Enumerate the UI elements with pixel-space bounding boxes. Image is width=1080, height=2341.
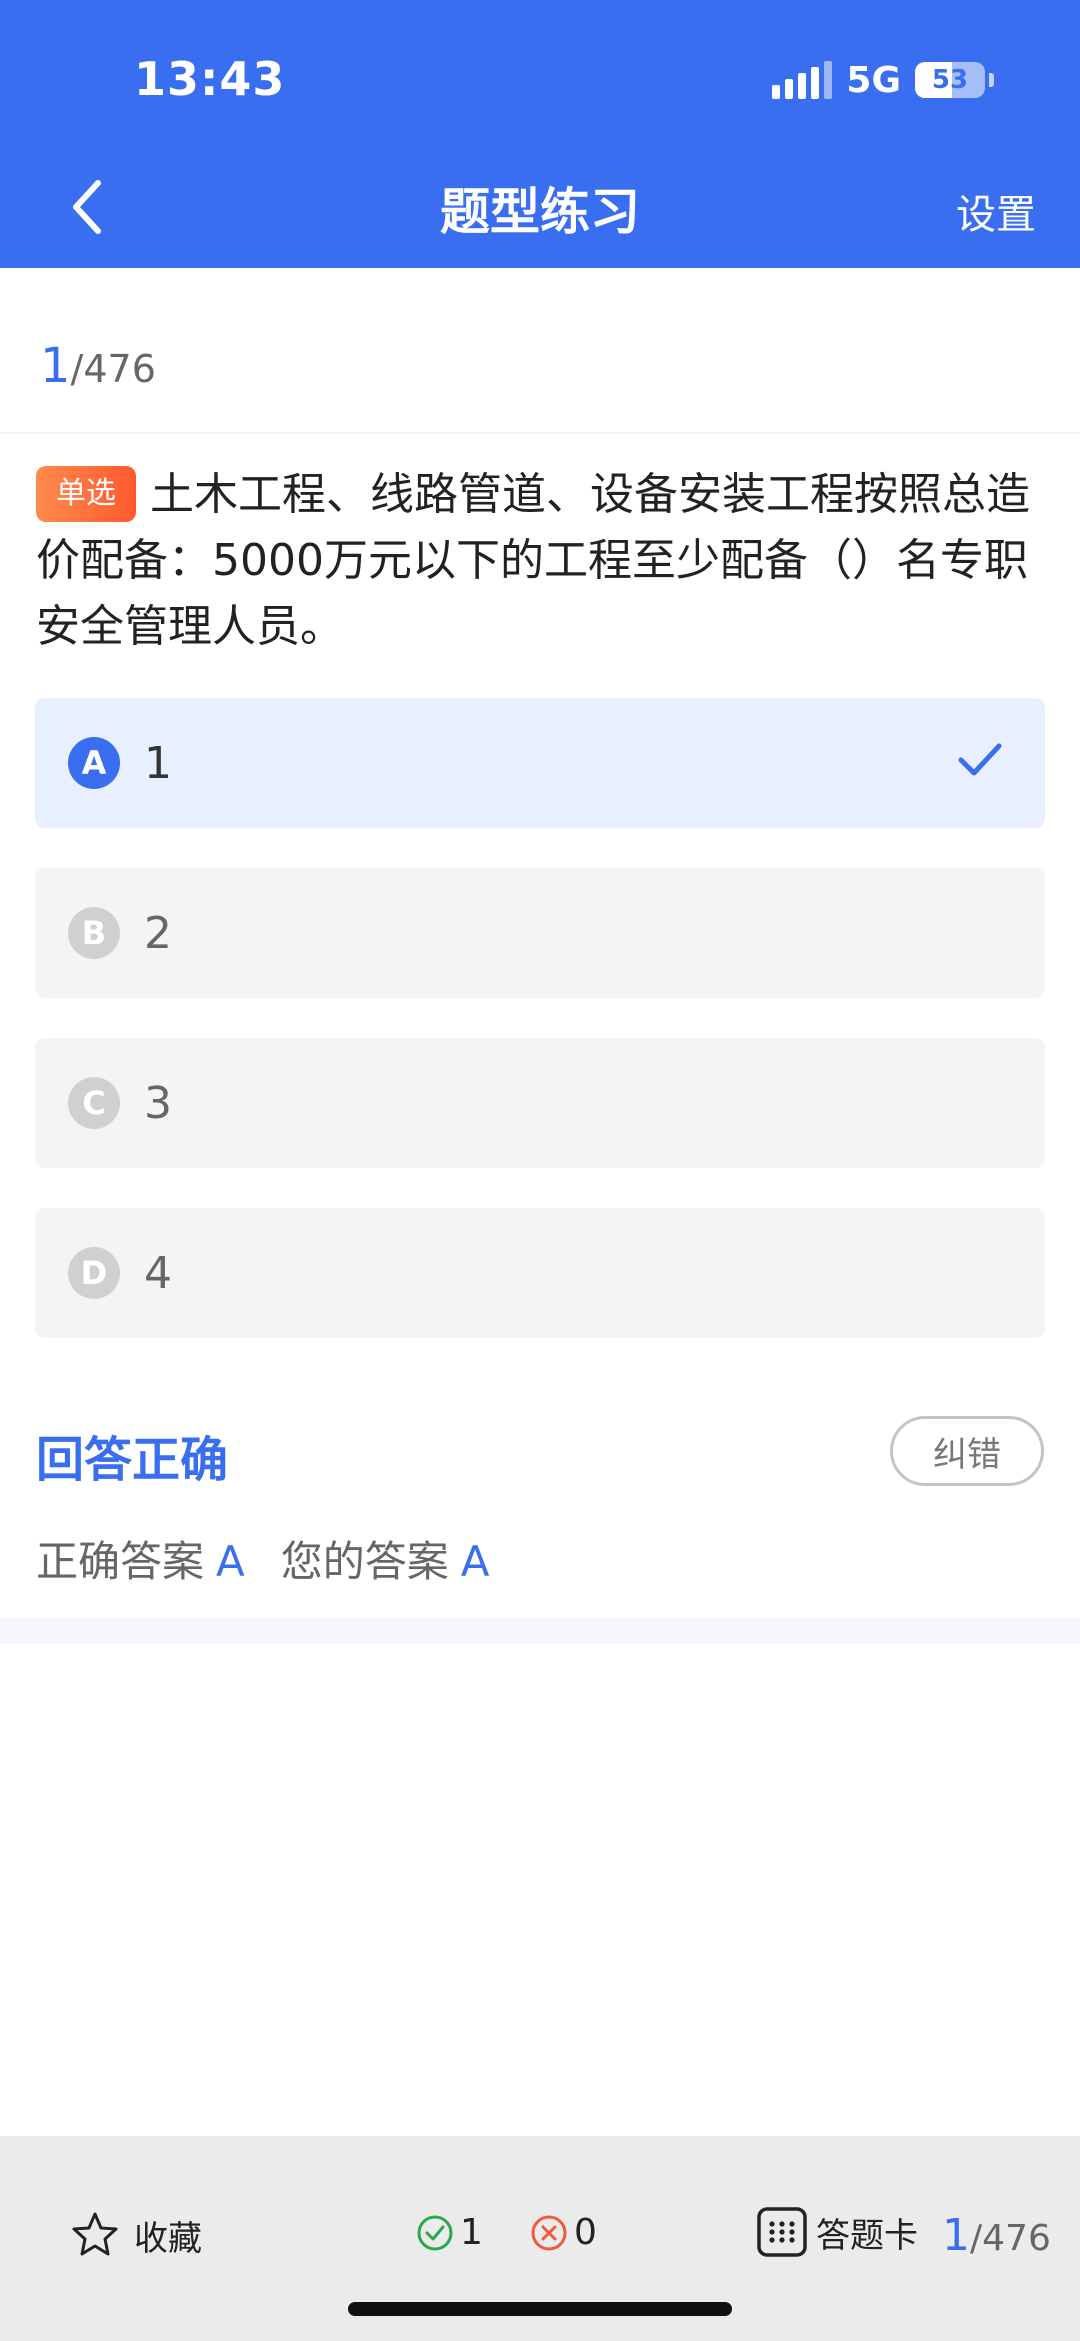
status-icons: 5G 53: [772, 58, 994, 102]
favorite-button[interactable]: 收藏: [70, 2210, 202, 2260]
battery-tip: [989, 73, 994, 87]
settings-button[interactable]: 设置: [956, 182, 1036, 240]
check-icon: [958, 743, 1002, 776]
option-text: 2: [144, 907, 172, 959]
wrong-count-value: 0: [574, 2212, 597, 2253]
section-band: [0, 1618, 1080, 1644]
x-circle-icon: [531, 2215, 567, 2250]
option-letter: B: [68, 907, 120, 959]
report-error-button[interactable]: 纠错: [890, 1416, 1044, 1486]
status-time: 13:43: [134, 52, 286, 106]
your-answer-label: 您的答案: [280, 1537, 449, 1586]
bottom-page-total: /476: [970, 2218, 1051, 2259]
result-status: 回答正确: [36, 1432, 229, 1488]
question-text: 土木工程、线路管道、设备安装工程按照总造价配备：5000万元以下的工程至少配备（…: [36, 469, 1030, 652]
app-header: 13:43 5G 53 题型练习 设置: [0, 0, 1080, 268]
divider: [0, 432, 1080, 434]
question-type-tag: 单选: [36, 466, 136, 522]
bottom-page-current: 1: [942, 2210, 970, 2261]
answer-card-button[interactable]: 答题卡: [756, 2206, 918, 2258]
grid-icon: [757, 2207, 807, 2257]
option-letter: C: [68, 1077, 120, 1129]
option-c[interactable]: C 3: [35, 1038, 1045, 1168]
option-text: 4: [144, 1247, 172, 1299]
page-title: 题型练习: [440, 183, 640, 241]
correct-count-value: 1: [460, 2212, 483, 2253]
wrong-count: 0: [530, 2212, 597, 2253]
option-b[interactable]: B 2: [35, 868, 1045, 998]
counter-current: 1: [40, 338, 71, 394]
correct-answer-label: 正确答案: [36, 1537, 205, 1586]
bottom-page-counter: 1/476: [942, 2210, 1051, 2261]
battery-percent: 53: [931, 65, 969, 95]
star-icon: [72, 2212, 118, 2256]
network-label: 5G: [846, 59, 901, 101]
option-letter: D: [68, 1247, 120, 1299]
correct-count: 1: [416, 2212, 483, 2253]
signal-icon: [772, 61, 833, 99]
counter-total: /476: [70, 347, 156, 391]
option-text: 3: [144, 1077, 172, 1129]
answer-summary: 正确答案 A 您的答案 A: [36, 1528, 526, 1589]
battery-icon: 53: [915, 62, 985, 98]
your-answer-value: A: [460, 1537, 490, 1586]
correct-answer-value: A: [216, 1537, 245, 1586]
check-circle-icon: [417, 2215, 453, 2250]
option-a[interactable]: A 1: [35, 698, 1045, 828]
favorite-label: 收藏: [134, 2218, 202, 2259]
home-indicator[interactable]: [348, 2302, 732, 2316]
option-letter: A: [68, 737, 120, 789]
question-stem: 单选 土木工程、线路管道、设备安装工程按照总造价配备：5000万元以下的工程至少配…: [36, 462, 1046, 660]
back-button[interactable]: [58, 172, 114, 242]
option-d[interactable]: D 4: [35, 1208, 1045, 1338]
option-text: 1: [144, 737, 172, 789]
question-counter: 1/476: [40, 338, 156, 394]
answer-card-label: 答题卡: [816, 2215, 918, 2256]
chevron-left-icon: [73, 180, 101, 234]
